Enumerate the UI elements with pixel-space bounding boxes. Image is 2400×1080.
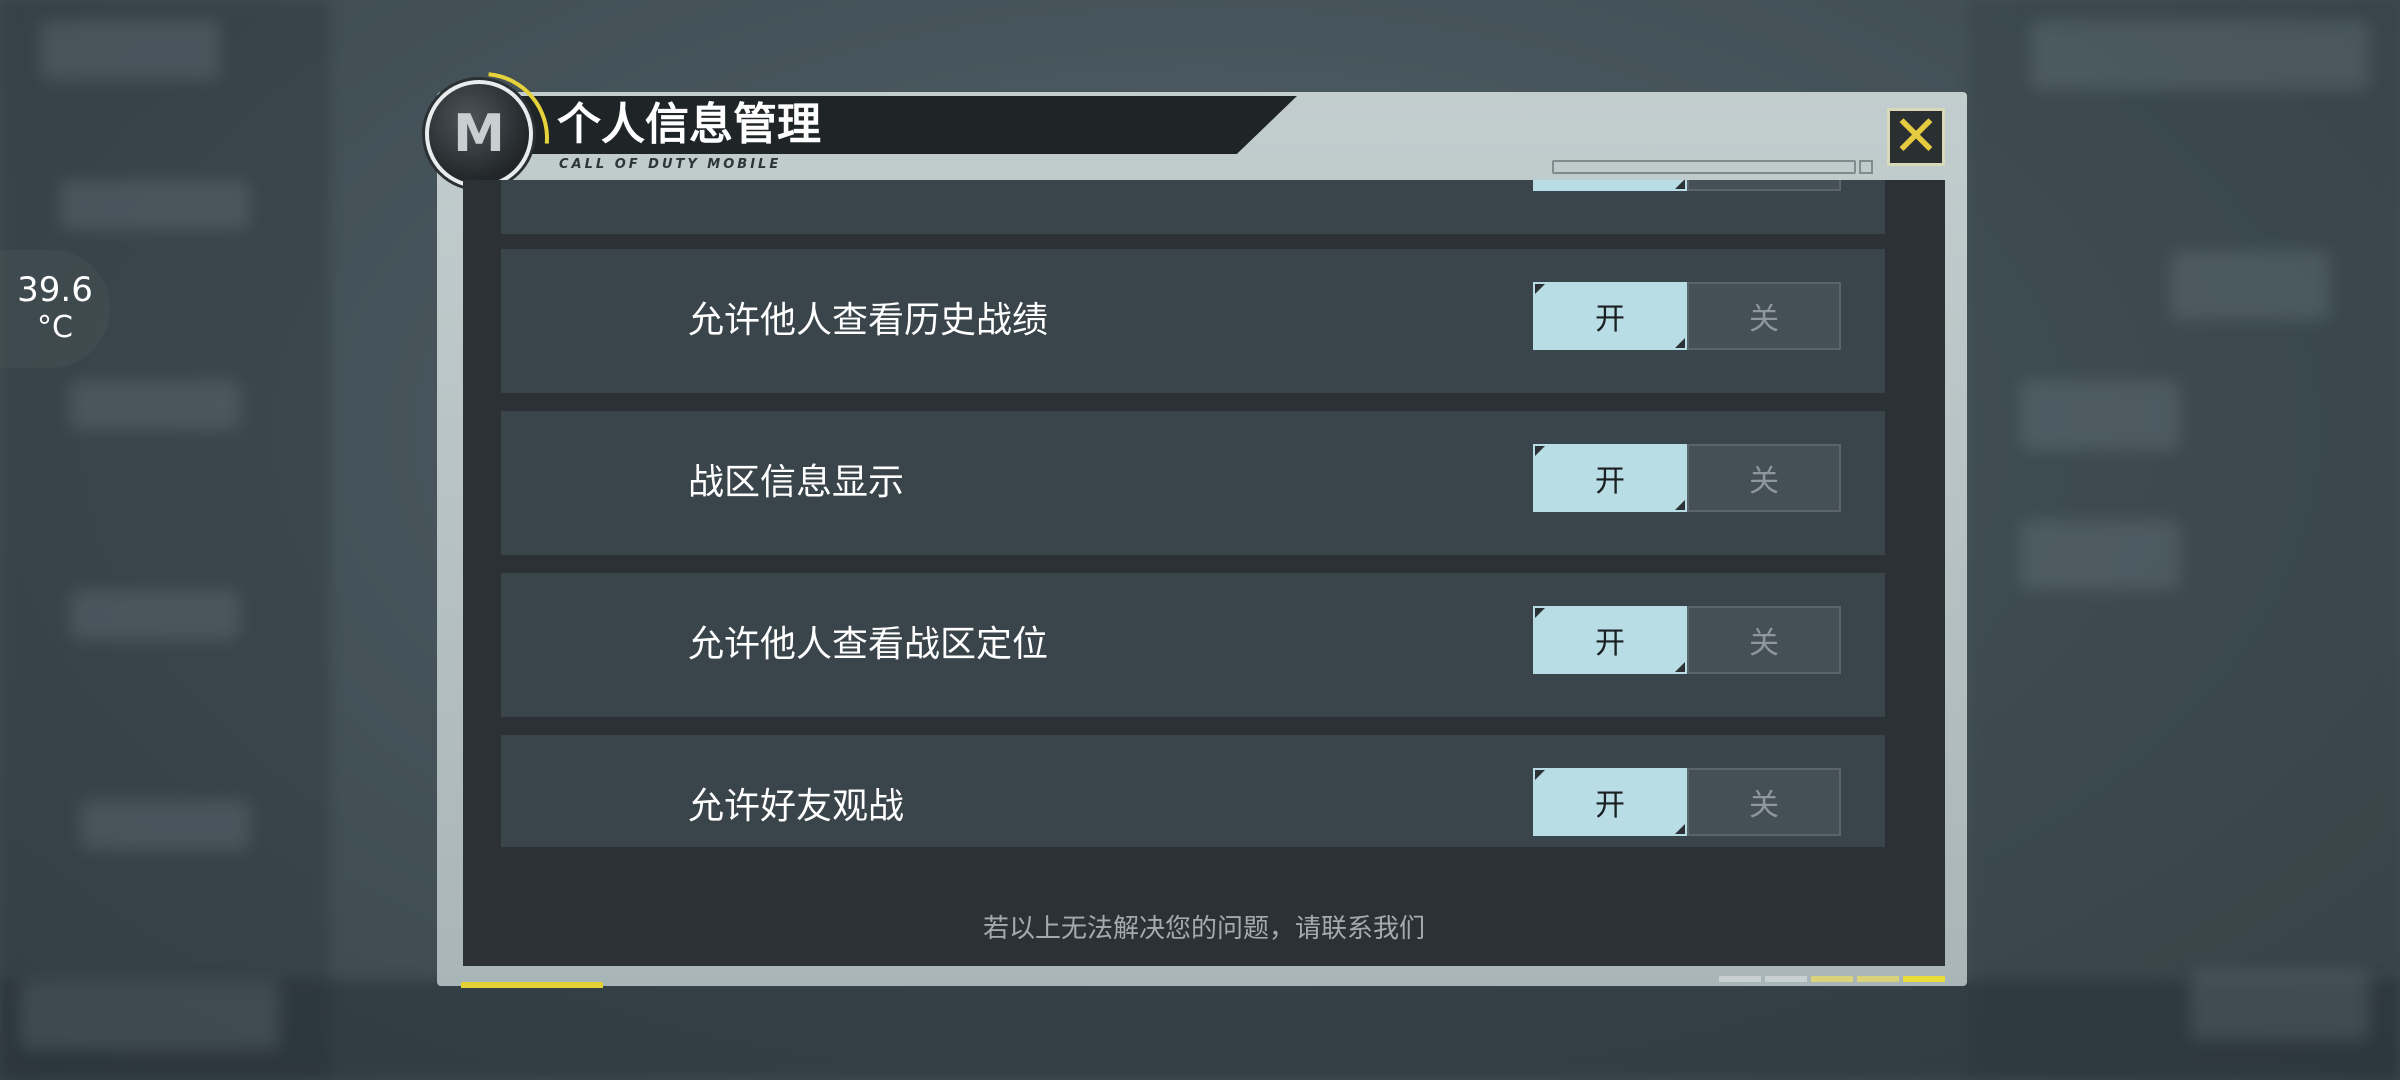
- toggle-on-button[interactable]: 开: [1533, 282, 1687, 350]
- toggle-off-button[interactable]: 关: [1687, 444, 1841, 512]
- setting-toggle: 开 关: [1533, 768, 1841, 836]
- page-dot: [1857, 976, 1899, 982]
- setting-label: 允许他人查看历史战绩: [688, 300, 1049, 341]
- background-left-panel: [0, 0, 330, 1080]
- temperature-value: 39.6: [17, 270, 93, 310]
- toggle-on-button[interactable]: 开: [1533, 180, 1687, 191]
- background-blur-element: [2020, 520, 2180, 590]
- setting-toggle: 开 关: [1533, 180, 1841, 191]
- page-indicator: [1719, 976, 1945, 982]
- background-blur-element: [60, 180, 250, 230]
- setting-row-warzone-location: 允许他人查看战区定位 开 关: [501, 573, 1885, 717]
- contact-us-link[interactable]: 若以上无法解决您的问题，请联系我们: [463, 908, 1945, 945]
- logo-letter: M: [453, 104, 505, 164]
- game-subtitle: CALL OF DUTY MOBILE: [559, 157, 782, 172]
- setting-label: 允许他人查看战区定位: [688, 624, 1049, 665]
- toggle-off-button[interactable]: 关: [1687, 180, 1841, 191]
- personal-info-dialog: 个人信息管理 CALL OF DUTY MOBILE M ✕ 开 关 允许他人查…: [390, 45, 1967, 988]
- toggle-on-button[interactable]: 开: [1533, 768, 1687, 836]
- header-progress-track: [1552, 160, 1856, 174]
- setting-row-friend-spectate: 允许好友观战 开 关: [501, 735, 1885, 847]
- background-bottom-bar: [0, 980, 2400, 1080]
- setting-row: 开 关: [501, 180, 1885, 234]
- toggle-on-button[interactable]: 开: [1533, 444, 1687, 512]
- background-blur-element: [2170, 250, 2330, 320]
- background-blur-element: [40, 20, 220, 80]
- background-blur-element: [2190, 970, 2370, 1040]
- background-blur-element: [70, 590, 240, 640]
- page-dot: [1719, 976, 1761, 982]
- setting-toggle: 开 关: [1533, 282, 1841, 350]
- header-progress-end: [1859, 160, 1873, 174]
- background-blur-element: [20, 980, 280, 1050]
- game-logo: M: [425, 80, 533, 188]
- background-blur-element: [2020, 380, 2180, 450]
- accent-underline: [461, 982, 603, 988]
- setting-toggle: 开 关: [1533, 444, 1841, 512]
- background-blur-element: [70, 380, 240, 430]
- page-dot: [1765, 976, 1807, 982]
- toggle-off-button[interactable]: 关: [1687, 606, 1841, 674]
- toggle-off-button[interactable]: 关: [1687, 768, 1841, 836]
- setting-label: 允许好友观战: [688, 786, 905, 827]
- dialog-title: 个人信息管理: [557, 99, 821, 150]
- page-dot: [1811, 976, 1853, 982]
- page-dot-active: [1903, 976, 1945, 982]
- background-blur-element: [2030, 20, 2370, 90]
- setting-toggle: 开 关: [1533, 606, 1841, 674]
- toggle-off-button[interactable]: 关: [1687, 282, 1841, 350]
- temperature-unit: °C: [37, 310, 73, 345]
- toggle-on-button[interactable]: 开: [1533, 606, 1687, 674]
- close-button[interactable]: ✕: [1887, 108, 1945, 166]
- setting-row-history-stats: 允许他人查看历史战绩 开 关: [501, 249, 1885, 393]
- close-icon: ✕: [1892, 104, 1940, 169]
- setting-label: 战区信息显示: [688, 462, 905, 503]
- setting-row-warzone-info: 战区信息显示 开 关: [501, 411, 1885, 555]
- settings-panel: 开 关 允许他人查看历史战绩 开 关 战区信息显示 开 关 允许他人查看战区定: [463, 180, 1945, 966]
- background-blur-element: [80, 800, 250, 850]
